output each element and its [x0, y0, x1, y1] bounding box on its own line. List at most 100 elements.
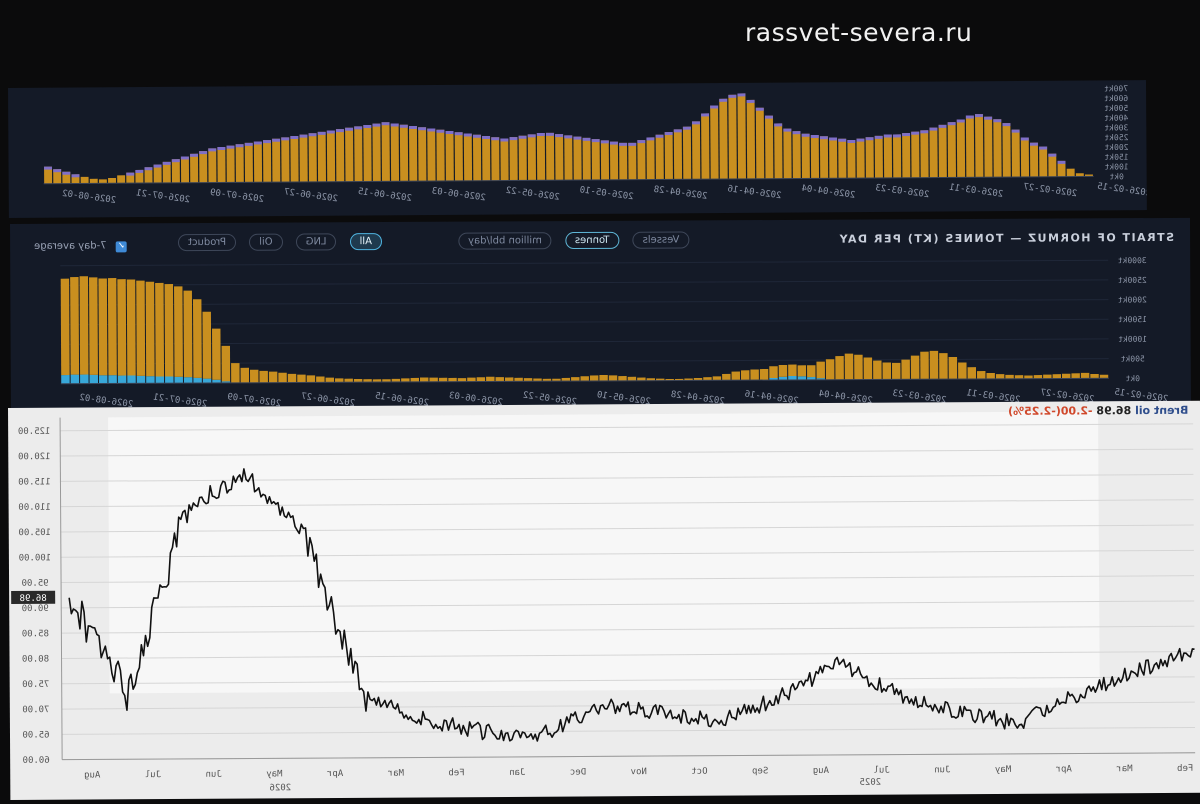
bar-cap	[938, 124, 947, 128]
x-tick-label: Mar	[1116, 764, 1133, 774]
bar-cap	[263, 140, 271, 144]
bar-cap	[838, 138, 847, 142]
oil-bar	[589, 375, 599, 381]
oil-bar	[231, 363, 240, 383]
x-tick-label: Jul	[873, 766, 889, 776]
y-tick-label: 2000kt	[1118, 295, 1147, 304]
bar	[281, 137, 290, 183]
bar-cap	[628, 142, 637, 146]
oil-bar	[306, 375, 316, 383]
brent-chart-panel: Brent oil 86.98 -2.00(-2.25%) 60.00 65.00…	[8, 400, 1200, 800]
bar-cap	[993, 119, 1002, 123]
bar-cap	[427, 128, 436, 132]
oil-bar	[750, 369, 759, 381]
bar	[637, 140, 646, 180]
oil-bar	[769, 366, 778, 379]
x-tick-label: Nov	[631, 767, 647, 777]
bar	[591, 139, 600, 180]
oil-bar	[89, 277, 98, 375]
bar	[299, 134, 308, 182]
bar-cap	[335, 129, 344, 133]
oil-bar	[410, 377, 420, 382]
bar	[399, 124, 409, 182]
x-tick-label: 2026-04-04	[801, 184, 856, 201]
bar	[646, 137, 655, 180]
bar-cap	[737, 93, 746, 97]
bar	[956, 119, 966, 178]
bar-cap	[308, 133, 317, 137]
oil-bar	[316, 376, 325, 383]
bar-cap	[126, 172, 135, 176]
bar	[920, 130, 929, 178]
bar-cap	[637, 140, 646, 144]
bar-cap	[810, 134, 819, 139]
bar-cap	[847, 139, 856, 144]
oil-bar	[287, 373, 297, 383]
bar-cap	[1020, 137, 1029, 141]
bar-cap	[646, 137, 655, 141]
bar	[746, 99, 756, 179]
bar-cap	[765, 115, 773, 119]
oil-bar	[297, 374, 306, 383]
oil-bar	[457, 378, 467, 382]
bar-cap	[381, 122, 390, 126]
x-tick-label: 2026-08-02	[62, 189, 117, 206]
bar-cap	[655, 134, 664, 138]
bar-cap	[509, 137, 518, 141]
oil-bar	[259, 370, 268, 383]
bar-cap	[418, 127, 427, 131]
oil-bar	[486, 376, 495, 382]
oil-bar	[712, 376, 722, 381]
lng-bar	[117, 375, 127, 384]
bar-cap	[71, 174, 80, 178]
oil-bar	[249, 369, 259, 383]
bar	[427, 128, 436, 182]
bar-cap	[984, 116, 993, 120]
oil-bar	[70, 277, 80, 375]
bar-cap	[527, 134, 536, 138]
bar	[1011, 129, 1020, 177]
bar	[573, 136, 582, 181]
bar-cap	[892, 134, 901, 138]
bar-cap	[500, 138, 509, 142]
y-tick-label: 500kt	[1104, 104, 1128, 113]
bar-cap	[436, 129, 445, 133]
bar-cap	[281, 137, 290, 141]
bar	[655, 134, 664, 180]
bar-cap	[682, 126, 691, 130]
bar	[902, 133, 911, 178]
bar-cap	[546, 132, 554, 136]
brent-header: Brent oil 86.98 -2.00(-2.25%)	[1008, 404, 1188, 418]
bar	[929, 127, 938, 178]
lng-bar	[108, 375, 117, 384]
bar	[354, 126, 363, 182]
y-tick-label: 85.00	[22, 629, 49, 639]
grid-line	[60, 279, 1109, 286]
lng-bar	[202, 378, 212, 383]
bar	[335, 129, 345, 182]
bar	[89, 178, 98, 184]
bar-cap	[199, 151, 208, 155]
bar-cap	[774, 123, 783, 127]
x-tick-label: Feb	[1177, 764, 1193, 774]
x-tick-label: 2026-07-21	[135, 188, 190, 205]
oil-bar	[1080, 372, 1090, 379]
oil-bar	[495, 377, 504, 382]
x-tick-label: 2026-07-09	[209, 188, 264, 205]
lng-bar	[797, 376, 807, 380]
bar	[308, 133, 317, 182]
bar	[190, 153, 199, 183]
x-tick-label: 2026-02-27	[1023, 182, 1078, 199]
bar-cap	[299, 134, 308, 138]
x-tick-label: 2026-06-03	[431, 186, 486, 203]
oil-bar	[240, 367, 250, 383]
oil-bar	[268, 371, 278, 383]
bar	[555, 134, 564, 181]
bar	[108, 177, 117, 184]
oil-bar	[476, 377, 486, 382]
oil-bar	[514, 377, 523, 382]
bar	[381, 122, 390, 182]
y-tick-label: 150kt	[1104, 153, 1128, 162]
bar	[171, 159, 180, 183]
oil-bar	[1033, 375, 1043, 379]
